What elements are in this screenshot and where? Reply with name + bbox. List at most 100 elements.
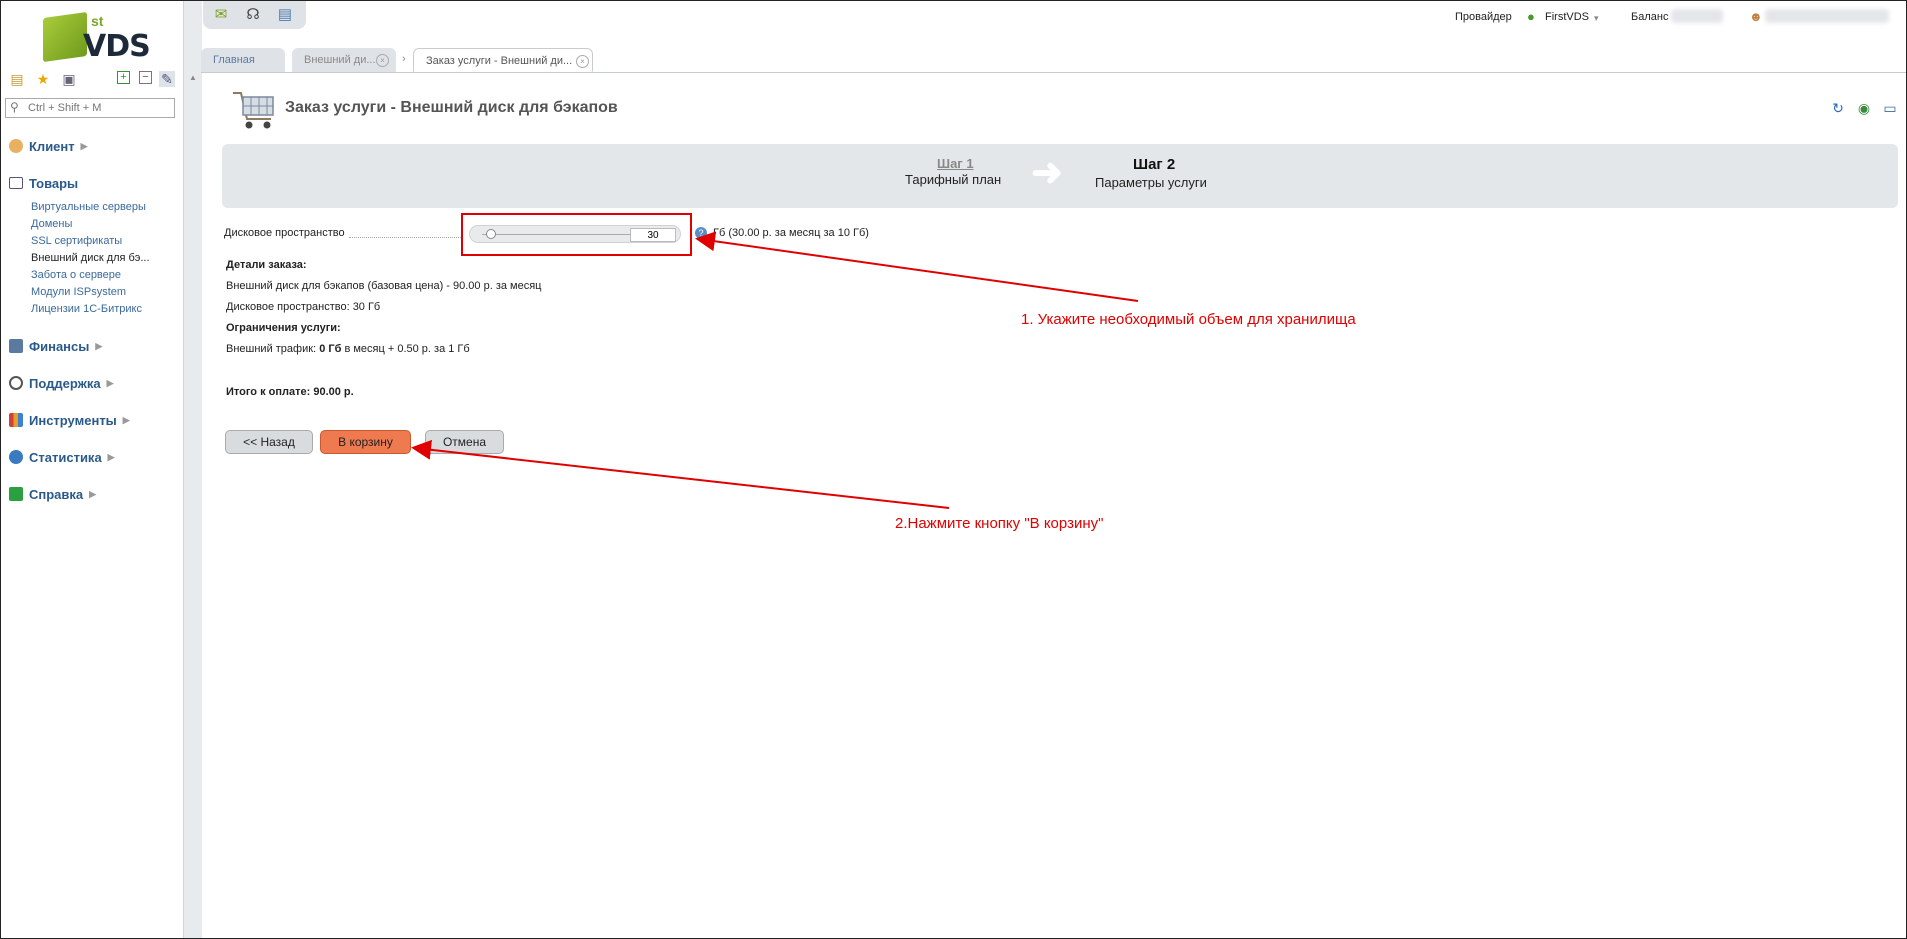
menu-products-label: Товары xyxy=(29,175,79,191)
detail-disk-space: Дисковое пространство: 30 Гб xyxy=(226,301,381,313)
help-book-icon xyxy=(9,487,23,501)
sidebar-item-server-care[interactable]: Забота о сервере xyxy=(31,269,121,281)
tab-home[interactable]: Главная xyxy=(201,48,285,72)
user-name-redacted[interactable] xyxy=(1765,9,1889,23)
sidebar-item-ispsystem[interactable]: Модули ISPsystem xyxy=(31,286,126,298)
provider-logo-icon: ● xyxy=(1527,9,1535,24)
sidebar-item-ssl[interactable]: SSL сертификаты xyxy=(31,235,122,247)
cancel-button[interactable]: Отмена xyxy=(425,430,504,454)
tab-order-service-label: Заказ услуги - Внешний ди... xyxy=(426,55,573,67)
globe-icon[interactable]: ◉ xyxy=(1855,99,1873,117)
new-order-icon[interactable]: ✉ xyxy=(211,5,231,25)
step-2-number: Шаг 2 xyxy=(1133,156,1176,173)
collapse-all-icon[interactable]: − xyxy=(139,71,152,84)
menu-finance[interactable]: Финансы ▶ xyxy=(9,337,102,355)
sidebar-item-vps[interactable]: Виртуальные серверы xyxy=(31,201,146,213)
balance-label: Баланс xyxy=(1631,11,1669,23)
expand-all-icon[interactable]: + xyxy=(117,71,130,84)
chevron-right-icon: ▶ xyxy=(80,140,88,151)
support-headset-icon[interactable]: ☊ xyxy=(243,5,263,25)
annotation-arrow-1 xyxy=(695,231,1139,302)
menu-search[interactable]: ⚲ xyxy=(5,98,175,118)
menu-help[interactable]: Справка ▶ xyxy=(9,485,96,503)
provider-label: Провайдер xyxy=(1455,11,1512,23)
briefcase-icon[interactable]: ▣ xyxy=(61,71,77,87)
search-icon: ⚲ xyxy=(10,100,19,114)
disk-space-label: Дисковое пространство xyxy=(224,227,345,239)
finance-icon xyxy=(9,339,23,353)
add-to-cart-button[interactable]: В корзину xyxy=(320,430,411,454)
chevron-right-icon: ▶ xyxy=(89,488,97,499)
total-text: Итого к оплате: 90.00 р. xyxy=(226,386,354,398)
page-title: Заказ услуги - Внешний диск для бэкапов xyxy=(285,99,618,116)
tab-bar: Главная Внешний ди... × › Заказ услуги -… xyxy=(201,45,1906,73)
details-heading: Детали заказа: xyxy=(226,259,307,271)
stats-globe-icon xyxy=(9,450,23,464)
tab-order-service[interactable]: Заказ услуги - Внешний ди... × xyxy=(413,48,593,72)
traffic-suffix: в месяц + 0.50 р. за 1 Гб xyxy=(344,343,470,355)
provider-select[interactable]: FirstVDS xyxy=(1545,11,1589,23)
price-note: Гб (30.00 р. за месяц за 10 Гб) xyxy=(713,227,869,239)
help-icon[interactable]: ? xyxy=(695,227,707,239)
menu-tools[interactable]: Инструменты ▶ xyxy=(9,411,130,429)
refresh-icon[interactable]: ↻ xyxy=(1829,99,1847,117)
step-1-number[interactable]: Шаг 1 xyxy=(937,156,974,171)
chevron-right-icon: ▶ xyxy=(107,451,115,462)
monitor-icon[interactable]: ▭ xyxy=(1881,99,1899,117)
limits-heading: Ограничения услуги: xyxy=(226,322,341,334)
detail-base-price: Внешний диск для бэкапов (базовая цена) … xyxy=(226,280,542,292)
pin-icon[interactable]: ✎ xyxy=(159,71,175,87)
favorites-star-icon[interactable]: ★ xyxy=(35,71,51,87)
chevron-down-icon[interactable]: ▾ xyxy=(1594,13,1599,24)
logo[interactable]: st VDS xyxy=(43,11,151,64)
limits-heading-text: Ограничения услуги: xyxy=(226,322,341,334)
sidebar-splitter[interactable]: ▲ xyxy=(183,1,202,938)
back-button[interactable]: << Назад xyxy=(225,430,313,454)
shopping-cart-icon xyxy=(233,92,274,129)
step-2-description: Параметры услуги xyxy=(1095,175,1207,190)
tab-backup-disk-label: Внешний ди... xyxy=(304,54,376,66)
menu-stats[interactable]: Статистика ▶ xyxy=(9,448,115,466)
quick-actions: ✉ ☊ ▤ xyxy=(203,1,306,29)
details-heading-text: Детали заказа: xyxy=(226,259,307,271)
menu-finance-label: Финансы xyxy=(29,338,90,354)
menu-stats-label: Статистика xyxy=(29,449,102,465)
sidebar-item-bitrix[interactable]: Лицензии 1С-Битрикс xyxy=(31,303,142,315)
dotted-leader xyxy=(349,237,461,238)
menu-tools-label: Инструменты xyxy=(29,412,117,428)
tab-backup-disk[interactable]: Внешний ди... × xyxy=(292,48,396,72)
close-tab-icon[interactable]: × xyxy=(576,55,589,68)
collapse-up-icon[interactable]: ▲ xyxy=(189,73,197,82)
tree-view-icon[interactable]: ▤ xyxy=(9,71,25,87)
chevron-right-icon: ▶ xyxy=(106,377,114,388)
menu-products[interactable]: Товары xyxy=(9,174,78,192)
sidebar: st VDS ▤ ★ ▣ + − ✎ ⚲ Клиент ▶ Товары Вир… xyxy=(1,1,183,938)
traffic-prefix: Внешний трафик: xyxy=(226,343,317,355)
logo-cube-icon xyxy=(43,11,87,63)
menu-client-label: Клиент xyxy=(29,138,75,154)
chevron-right-icon: ▶ xyxy=(95,340,103,351)
menu-support[interactable]: Поддержка ▶ xyxy=(9,374,114,392)
logo-sup: st xyxy=(91,13,104,29)
step-arrow-icon: ➜ xyxy=(1031,152,1063,194)
sidebar-item-backup-disk[interactable]: Внешний диск для бэ... xyxy=(31,252,150,264)
menu-search-input[interactable] xyxy=(26,101,170,115)
annotation-highlight-box xyxy=(461,213,692,256)
logo-brand: VDS xyxy=(83,29,151,64)
client-icon xyxy=(9,139,23,153)
sidebar-item-domains[interactable]: Домены xyxy=(31,218,72,230)
menu-client[interactable]: Клиент ▶ xyxy=(9,137,88,155)
tab-home-label: Главная xyxy=(213,54,255,66)
annotation-step-1: 1. Укажите необходимый объем для хранили… xyxy=(1021,311,1356,328)
user-icon[interactable]: ☻ xyxy=(1749,9,1763,24)
document-icon[interactable]: ▤ xyxy=(275,5,295,25)
detail-traffic: Внешний трафик: 0 Гб в месяц + 0.50 р. з… xyxy=(226,343,470,355)
menu-support-label: Поддержка xyxy=(29,375,101,391)
annotation-arrow-2 xyxy=(411,439,950,509)
menu-help-label: Справка xyxy=(29,486,84,502)
balance-value-redacted xyxy=(1671,9,1723,23)
sidebar-toolbar: ▤ ★ ▣ + − ✎ xyxy=(7,71,177,91)
chevron-right-icon: ▶ xyxy=(122,414,130,425)
close-tab-icon[interactable]: × xyxy=(376,54,389,67)
cart-icon xyxy=(9,177,23,189)
